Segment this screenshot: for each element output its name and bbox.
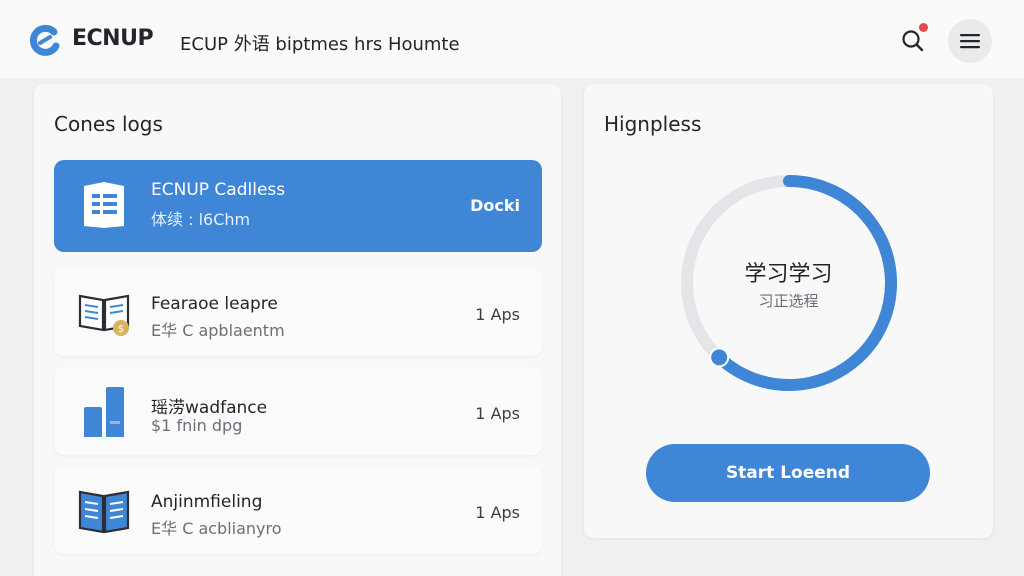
brand-name: ECNUP [72,26,154,51]
course-meta: 1 Aps [475,503,520,522]
course-subtitle: E华 C apblaentm [151,321,285,340]
course-name: ECNUP Cadlless [151,180,286,200]
course-meta: 1 Aps [475,404,520,423]
progress-subtitle: 习正选程 [758,292,819,310]
progress-panel: Hignpless 学习学习 习正选程 Start Loeend [584,84,993,538]
top-bar: ECNUP ECUP 外语 biptmes hrs Houmte [0,0,1024,78]
app-title: ECUP 外语 biptmes hrs Houmte [180,34,460,55]
document-icon [84,182,124,228]
bar-chart-icon [84,387,124,437]
menu-button[interactable] [948,19,992,63]
course-subtitle: $1 fnin dpg [151,416,243,435]
open-book-coin-icon: $ [78,294,130,336]
course-meta: Docki [470,196,520,215]
course-name: 瑶涝wadfance [151,398,268,418]
course-item[interactable]: $ Fearaoe leapre E华 C apblaentm 1 Aps [54,268,542,356]
course-name: Anjinmfieling [151,492,263,512]
hamburger-icon [960,34,980,49]
progress-title: 学习学习 [744,262,833,287]
progress-panel-title: Hignpless [604,112,702,136]
notification-dot [919,23,928,32]
book-icon [78,490,130,534]
app-logo-icon[interactable] [28,24,62,58]
course-meta: 1 Aps [475,305,520,324]
start-button[interactable]: Start Loeend [646,444,930,502]
courses-panel: Cones logs ECNUP Cadlless 体续 : l6Chm Doc… [34,84,561,576]
course-name: Fearaoe leapre [151,294,278,314]
course-subtitle: 体续 : l6Chm [151,210,251,229]
course-item-active[interactable]: ECNUP Cadlless 体续 : l6Chm Docki [54,160,542,252]
course-subtitle: E华 C acblianyro [151,519,282,538]
progress-knob [709,347,730,368]
courses-panel-title: Cones logs [54,112,163,136]
course-item[interactable]: 瑶涝wadfance $1 fnin dpg 1 Aps [54,367,542,455]
course-item[interactable]: Anjinmfieling E华 C acblianyro 1 Aps [54,466,542,554]
svg-text:$: $ [118,324,124,335]
